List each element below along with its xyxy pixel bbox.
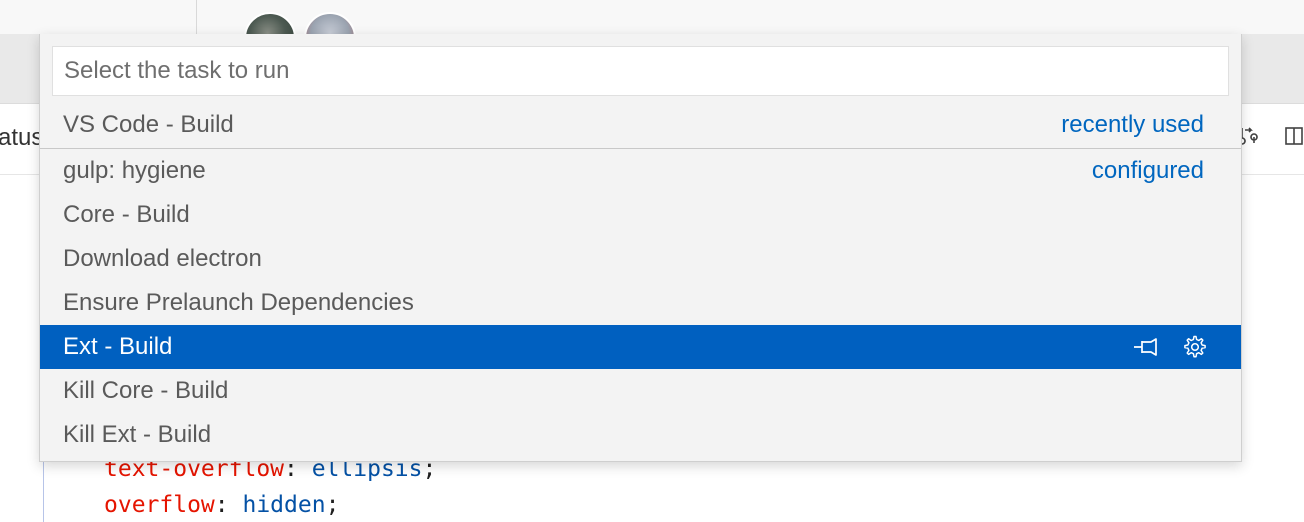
quick-pick: VS Code - Build recently used gulp: hygi… <box>39 34 1242 462</box>
task-label: Kill Core - Build <box>63 377 229 404</box>
task-label: Kill Ext - Build <box>63 421 212 448</box>
task-label: gulp: hygiene <box>63 157 206 184</box>
list-item[interactable]: Kill Core - Build <box>40 369 1241 413</box>
toolbar-label: atus <box>0 124 44 151</box>
css-property: overflow <box>104 492 215 518</box>
configured-badge: configured <box>1091 157 1204 184</box>
code-line[interactable]: overflow: hidden; <box>104 492 339 518</box>
css-value: hidden <box>242 492 326 518</box>
list-item-selected[interactable]: Ext - Build <box>40 325 1241 369</box>
list-item[interactable]: gulp: hygiene configured <box>40 149 1241 193</box>
indent-guide <box>43 455 44 522</box>
list-item[interactable]: Download electron <box>40 237 1241 281</box>
task-label: Ensure Prelaunch Dependencies <box>63 289 414 316</box>
item-actions <box>1132 325 1208 369</box>
task-label: Core - Build <box>63 201 190 228</box>
list-item[interactable]: Core - Build <box>40 193 1241 237</box>
list-item[interactable]: VS Code - Build recently used <box>40 103 1241 147</box>
list-item[interactable]: Kill Ext - Build <box>40 413 1241 457</box>
pin-icon[interactable] <box>1132 333 1160 361</box>
task-label: VS Code - Build <box>63 111 234 138</box>
list-item[interactable]: Ensure Prelaunch Dependencies <box>40 281 1241 325</box>
split-editor-icon[interactable] <box>1284 124 1304 154</box>
title-bar-divider <box>196 0 197 34</box>
gear-icon[interactable] <box>1180 333 1208 361</box>
recently-used-badge: recently used <box>1061 111 1204 138</box>
css-semicolon: ; <box>325 492 340 518</box>
task-label: Ext - Build <box>63 333 173 360</box>
task-search-input[interactable] <box>52 46 1229 96</box>
css-colon: : <box>214 492 243 518</box>
task-label: Download electron <box>63 245 262 272</box>
